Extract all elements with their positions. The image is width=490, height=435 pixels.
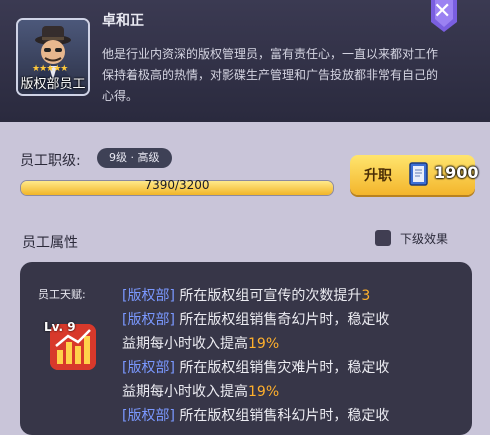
talent-line: 益期每小时收入提高19% <box>122 336 280 352</box>
attributes-title: 员工属性 <box>22 235 78 251</box>
talent-label: 员工天赋: <box>38 288 86 301</box>
talent-panel: 员工天赋: Lv. 9 [版权部] 所在版权组可宣传的次数提升3 [版权部] 所… <box>20 262 472 435</box>
close-x-icon: ✕ <box>433 0 452 24</box>
rank-label: 员工职级: <box>20 153 81 169</box>
employee-header: ★★★★★ 版权部员工 卓和正 他是行业内资深的版权管理员，富有责任心，一直以来… <box>0 0 490 122</box>
description-line: 他是行业内资深的版权管理员，富有责任心，一直以来都对工作 <box>102 47 439 61</box>
progress-text: 7390/3200 <box>144 178 210 192</box>
description-line: 保持着极高的热情，对影碟生产管理和广告投放都非常有自己的 <box>102 68 439 82</box>
talent-level: Lv. 9 <box>44 320 76 334</box>
description-line: 心得。 <box>102 89 139 103</box>
talent-line: [版权部] 所在版权组可宣传的次数提升3 <box>122 288 371 304</box>
employee-avatar: ★★★★★ 版权部员工 <box>16 18 90 96</box>
talent-line: [版权部] 所在版权组销售科幻片时，稳定收 <box>122 408 390 424</box>
close-button[interactable]: ✕ <box>427 0 461 34</box>
talent-line: [版权部] 所在版权组销售灾难片时，稳定收 <box>122 360 390 376</box>
avatar-caption: 版权部员工 <box>20 77 86 92</box>
talent-line: 益期每小时收入提高19% <box>122 384 280 400</box>
promote-label: 升职 <box>364 168 392 184</box>
rank-badge: 9级 · 高级 <box>97 148 172 168</box>
talent-line: [版权部] 所在版权组销售奇幻片时，稳定收 <box>122 312 390 328</box>
subordinate-effect-label: 下级效果 <box>400 232 449 246</box>
book-icon <box>409 162 428 186</box>
subordinate-effect-checkbox[interactable] <box>375 230 391 246</box>
employee-name: 卓和正 <box>102 13 144 29</box>
employee-description: 他是行业内资深的版权管理员，富有责任心，一直以来都对工作 保持着极高的热情，对影… <box>102 44 478 107</box>
promote-cost: 1900 <box>434 163 479 182</box>
promote-button[interactable]: 升职 1900 <box>350 155 479 195</box>
talent-description: [版权部] 所在版权组可宣传的次数提升3 [版权部] 所在版权组销售奇幻片时，稳… <box>122 284 462 428</box>
